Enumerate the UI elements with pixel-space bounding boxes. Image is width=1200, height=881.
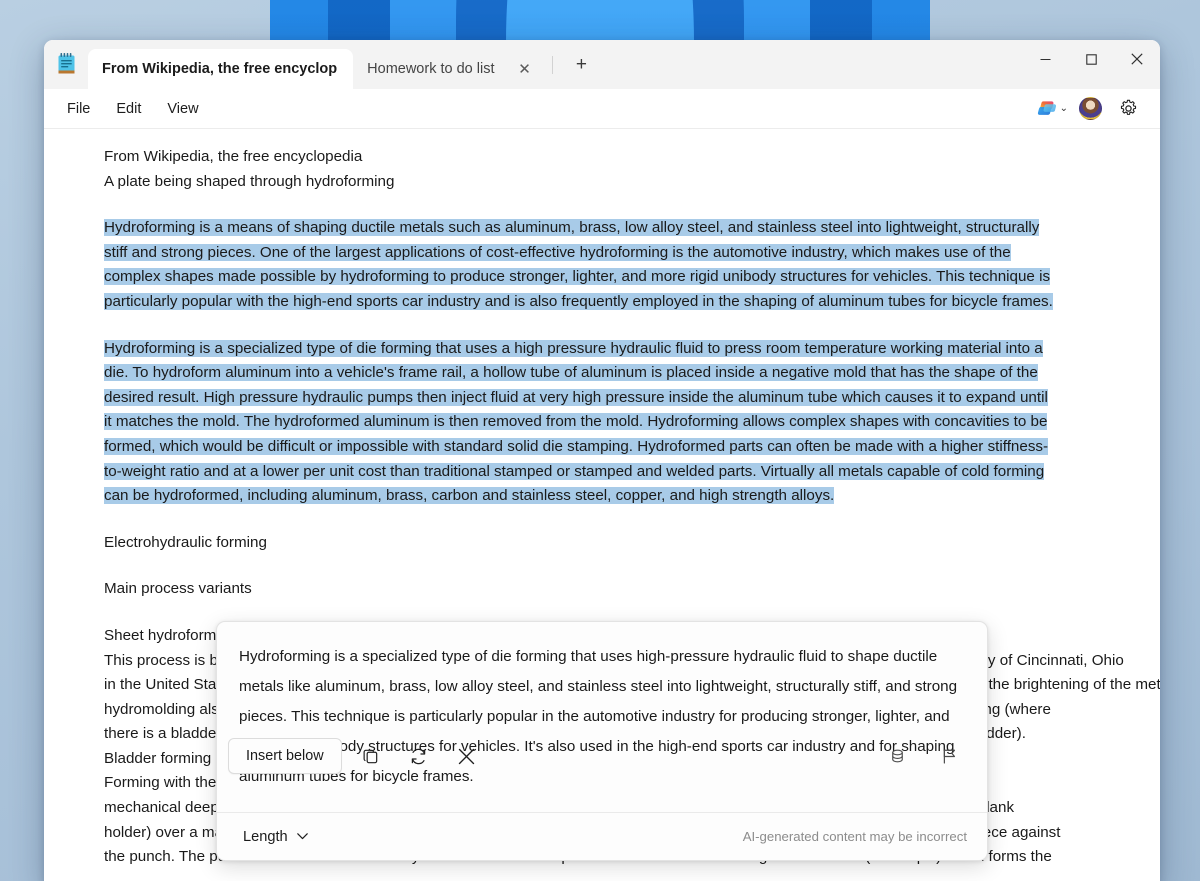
doc-line: formed, which would be difficult or impo… (104, 437, 1049, 455)
chevron-down-icon (296, 833, 308, 840)
copy-icon (363, 749, 378, 763)
new-tab-button[interactable]: + (565, 49, 597, 81)
copilot-button[interactable]: ⌄ (1031, 98, 1070, 119)
insert-below-button[interactable]: Insert below (228, 738, 342, 774)
tab-separator (552, 55, 554, 74)
doc-line: it matches the mold. The hydroformed alu… (104, 413, 1048, 431)
doc-line: desired result. High pressure hydraulic … (104, 388, 1048, 406)
copy-button[interactable] (352, 739, 390, 773)
ai-action-row: Insert below (216, 728, 988, 784)
close-button[interactable] (1114, 40, 1160, 78)
avatar (1078, 97, 1102, 120)
close-icon (458, 748, 475, 764)
stack-button[interactable] (878, 739, 916, 773)
doc-line: can be hydroformed, including aluminum, … (104, 487, 835, 505)
notepad-icon (58, 53, 74, 74)
doc-line: Hydroforming is a means of shaping ducti… (104, 219, 1040, 237)
menu-bar-right-actions: ⌄ (1031, 94, 1152, 124)
doc-line: complex shapes made possible by hydrofor… (104, 268, 1051, 286)
doc-line: die. To hydroform aluminum into a vehicl… (104, 364, 1038, 382)
copilot-icon (1037, 101, 1056, 115)
window-controls (1022, 40, 1160, 89)
tab-wikipedia[interactable]: From Wikipedia, the free encyclop (88, 49, 354, 89)
heading-main-variants: Main process variants (104, 580, 252, 598)
menu-file[interactable]: File (54, 96, 103, 122)
doc-header-block: From Wikipedia, the free encyclopedia A … (104, 145, 1146, 194)
regenerate-icon (411, 748, 426, 764)
menu-view[interactable]: View (154, 96, 211, 122)
doc-line: A plate being shaped through hydroformin… (104, 172, 395, 190)
close-icon (1131, 53, 1143, 65)
tab-strip: From Wikipedia, the free encyclop Homewo… (88, 40, 1022, 89)
ai-feedback-actions (864, 739, 968, 773)
menu-bar: File Edit View ⌄ (44, 89, 1160, 129)
stack-icon (891, 749, 903, 762)
tab-homework[interactable]: Homework to do list ✕ (353, 49, 550, 89)
doc-line: From Wikipedia, the free encyclopedia (104, 148, 363, 165)
doc-line: Hydroforming is a specialized type of di… (104, 339, 1043, 357)
doc-line: particularly popular with the high-end s… (104, 292, 1053, 310)
flag-icon (943, 748, 955, 764)
selected-paragraph-1[interactable]: Hydroforming is a means of shaping ducti… (104, 216, 1146, 314)
regenerate-button[interactable] (400, 739, 438, 773)
length-label: Length (243, 828, 288, 845)
document-area[interactable]: From Wikipedia, the free encyclopedia A … (44, 129, 1160, 881)
selected-paragraph-2[interactable]: Hydroforming is a specialized type of di… (104, 337, 1146, 509)
doc-line: to-weight ratio and at a lower per unit … (104, 462, 1045, 480)
length-dropdown[interactable]: Length (237, 825, 314, 849)
settings-button[interactable] (1110, 94, 1146, 124)
maximize-button[interactable] (1068, 40, 1114, 78)
doc-line: stiff and strong pieces. One of the larg… (104, 243, 1011, 261)
tab-label: Homework to do list (367, 61, 495, 77)
tab-label: From Wikipedia, the free encyclop (102, 61, 338, 77)
dismiss-button[interactable] (448, 739, 486, 773)
minimize-button[interactable] (1022, 40, 1068, 78)
ai-disclaimer: AI-generated content may be incorrect (742, 829, 967, 844)
maximize-icon (1085, 53, 1097, 65)
gear-icon (1120, 99, 1136, 115)
tab-close-icon[interactable]: ✕ (512, 57, 536, 81)
title-bar: From Wikipedia, the free encyclop Homewo… (44, 40, 1160, 89)
minimize-icon (1040, 58, 1050, 60)
desktop-background: From Wikipedia, the free encyclop Homewo… (0, 0, 1200, 881)
chevron-down-icon: ⌄ (1059, 103, 1068, 114)
notepad-window: From Wikipedia, the free encyclop Homewo… (44, 40, 1160, 881)
account-button[interactable] (1072, 94, 1108, 124)
ai-popup-footer: Length AI-generated content may be incor… (217, 813, 987, 860)
heading-electrohydraulic: Electrohydraulic forming (104, 533, 267, 551)
menu-edit[interactable]: Edit (103, 96, 154, 122)
notepad-app-icon (44, 40, 88, 89)
report-button[interactable] (930, 739, 968, 773)
